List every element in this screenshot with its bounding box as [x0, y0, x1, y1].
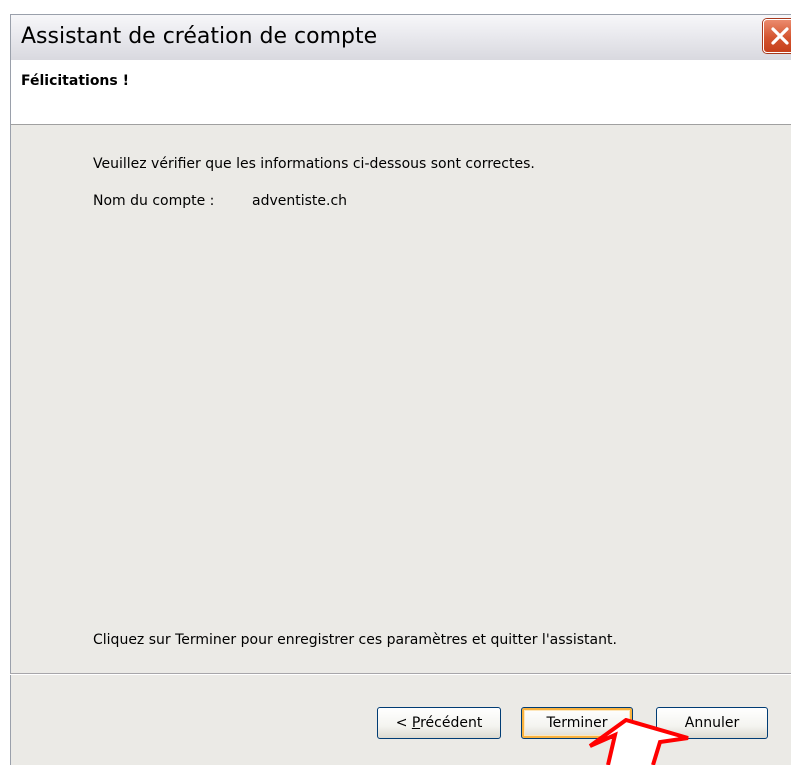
verify-instructions: Veuillez vérifier que les informations c…: [93, 156, 535, 172]
red-arrow-annotation: [588, 718, 689, 765]
window-title: Assistant de création de compte: [21, 24, 378, 49]
previous-button-prefix: <: [395, 715, 412, 731]
account-name-value: adventiste.ch: [252, 193, 348, 209]
close-button[interactable]: [763, 19, 791, 53]
close-icon: [771, 27, 789, 45]
previous-button[interactable]: < Précédent: [377, 707, 501, 739]
page-title: Félicitations !: [21, 73, 129, 89]
previous-button-mnemonic: P: [411, 715, 421, 731]
account-wizard-window: Assistant de création de compte Félicita…: [0, 0, 791, 765]
wizard-content: Veuillez vérifier que les informations c…: [10, 125, 791, 673]
finish-instructions: Cliquez sur Terminer pour enregistrer ce…: [93, 632, 617, 648]
title-bar[interactable]: Assistant de création de compte: [10, 14, 791, 60]
previous-button-rest: récédent: [420, 715, 483, 731]
account-name-label: Nom du compte :: [93, 193, 215, 209]
wizard-header: Félicitations !: [10, 60, 791, 125]
